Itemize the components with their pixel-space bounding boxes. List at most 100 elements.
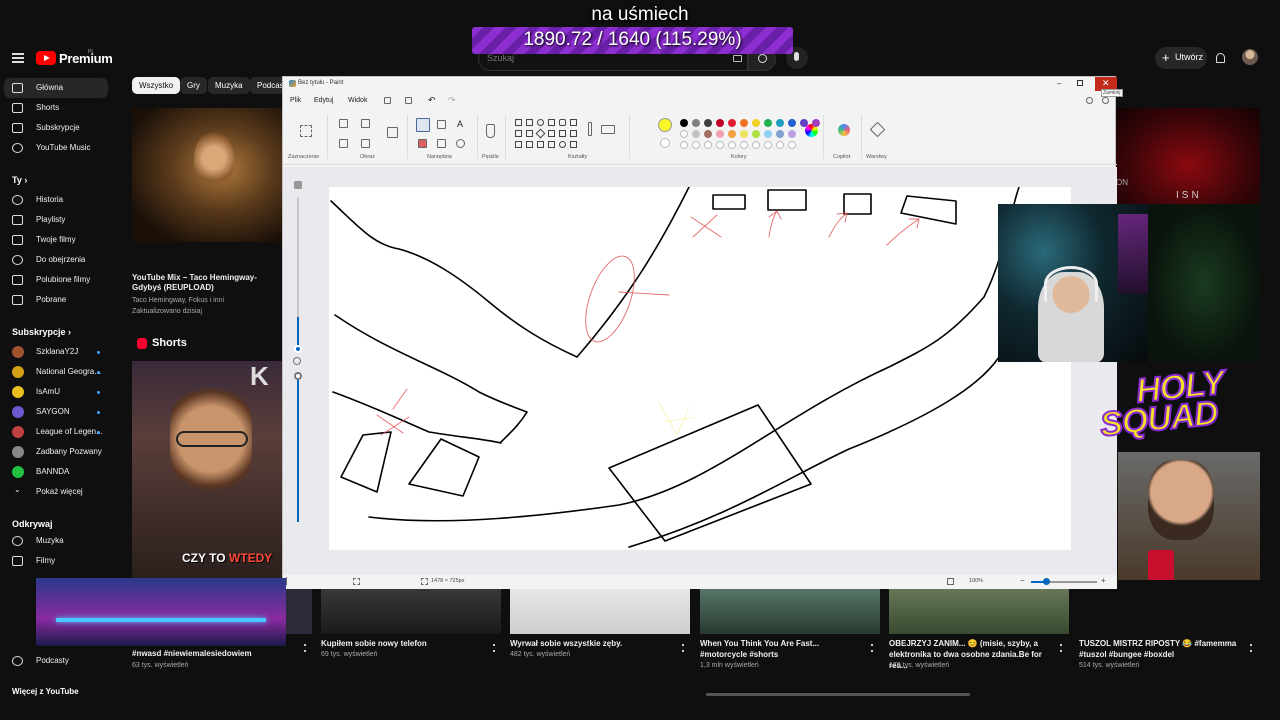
callout-shape-icon[interactable] [548,141,555,148]
slider-knob[interactable] [294,372,302,380]
color-swatch[interactable] [716,119,724,127]
zoom-out-icon[interactable]: − [1020,576,1025,585]
more-options-icon[interactable] [871,644,873,652]
short-title[interactable]: TUSZOL MISTRZ RIPOSTY 😂 #famemma #tuszol… [1079,638,1247,660]
chip-music[interactable]: Muzyka [208,77,250,94]
star-shape-icon[interactable] [526,141,533,148]
star6-shape-icon[interactable] [537,141,544,148]
color-picker-icon[interactable] [437,139,446,148]
mix-title[interactable]: YouTube Mix – Taco Hemingway- Gdybyś (RE… [132,273,282,293]
drawing-canvas[interactable] [329,187,1071,550]
shape-scroll-icon[interactable] [588,122,592,136]
horizontal-scrollbar[interactable] [706,693,970,696]
color-swatch[interactable] [680,119,688,127]
secondary-color-swatch[interactable] [660,138,670,148]
arrow-shape-icon[interactable] [570,130,577,137]
zoom-level[interactable]: 100% [969,578,983,584]
color-swatch[interactable] [788,130,796,138]
brush-size-slider[interactable] [294,197,302,353]
sidebar-sub-item[interactable]: League of Legen... [4,422,108,442]
share-icon[interactable] [405,97,412,104]
crop-icon[interactable] [339,119,348,128]
color-swatch[interactable] [692,119,700,127]
color-swatch[interactable] [740,119,748,127]
avatar[interactable] [1242,49,1258,65]
chip-games[interactable]: Gry [180,77,207,94]
layers-icon[interactable] [869,121,886,138]
oval-shape-icon[interactable] [537,119,544,126]
more-options-icon[interactable] [1060,644,1062,652]
sidebar-item-watch-later[interactable]: Do obejrzenia [4,250,108,270]
empty-color-swatch[interactable] [716,141,724,149]
sidebar-item-playlists[interactable]: Playlisty [4,210,108,230]
undo-icon[interactable]: ↶ [428,95,436,106]
short-title[interactable]: Kupiłem sobie nowy telefon [321,638,489,649]
empty-color-swatch[interactable] [704,141,712,149]
menu-view[interactable]: Widok [348,97,367,104]
pencil-icon[interactable] [416,118,430,132]
more-options-icon[interactable] [493,644,495,652]
rotate-icon[interactable] [361,139,370,148]
hexagon-shape-icon[interactable] [559,130,566,137]
diamond-shape-icon[interactable] [535,128,546,139]
video-thumbnail[interactable]: ON ISN [1116,108,1260,204]
color-swatch[interactable] [740,130,748,138]
right-triangle-shape-icon[interactable] [526,130,533,137]
fill-icon[interactable] [437,120,446,129]
sidebar-item-music[interactable]: YouTube Music [4,138,108,158]
zoom-slider-knob[interactable] [1043,578,1050,585]
zoom-in-icon[interactable]: + [1101,576,1106,585]
sidebar-item-home[interactable]: Główna [4,78,108,98]
sidebar-sub-item[interactable]: Zadbany Pozwany [4,442,108,462]
empty-color-swatch[interactable] [692,141,700,149]
paint-titlebar[interactable]: Bez tytułu - Paint – ✕ [283,77,1117,91]
color-swatch[interactable] [812,119,820,127]
sidebar-sub-item[interactable]: National Geogra... [4,362,108,382]
empty-color-swatch[interactable] [728,141,736,149]
sidebar-item-downloads[interactable]: Pobrane [4,290,108,310]
text-icon[interactable]: A [457,119,463,129]
eraser-icon[interactable] [418,139,427,148]
empty-color-swatch[interactable] [752,141,760,149]
short-thumbnail[interactable]: K CZY TO WTEDY [132,361,282,579]
chip-all[interactable]: Wszystko [132,77,181,94]
short-thumbnail[interactable] [510,586,690,634]
maximize-button[interactable] [1077,80,1083,86]
flip-icon[interactable] [339,139,348,148]
sidebar-item-podcasts[interactable]: Podcasty [4,651,108,671]
color-swatch[interactable] [764,119,772,127]
sidebar-sub-item[interactable]: IsAmU [4,382,108,402]
account-icon[interactable] [1086,97,1093,104]
color-swatch[interactable] [680,130,688,138]
bell-icon[interactable] [1216,53,1225,63]
color-swatch[interactable] [692,130,700,138]
line-shape-icon[interactable] [515,119,522,126]
empty-color-swatch[interactable] [764,141,772,149]
short-thumbnail[interactable] [1118,452,1260,580]
youtube-logo-icon[interactable] [36,51,56,65]
fit-to-window-icon[interactable] [947,578,954,585]
color-swatch[interactable] [716,130,724,138]
short-title[interactable]: When You Think You Are Fast... #motorcyc… [700,638,868,660]
brush-icon[interactable] [486,124,495,138]
show-more-button[interactable]: ⌄ Pokaż więcej [4,482,108,502]
mix-thumbnail[interactable] [132,108,282,242]
sidebar-item-shorts[interactable]: Shorts [4,98,108,118]
color-swatch[interactable] [764,130,772,138]
oval-callout-shape-icon[interactable] [559,141,566,148]
save-icon[interactable] [384,97,391,104]
resize-icon[interactable] [361,119,370,128]
settings-icon[interactable] [1102,97,1109,104]
sidebar-sub-item[interactable]: BANNDA [4,462,108,482]
empty-color-swatch[interactable] [788,141,796,149]
arrow-down-shape-icon[interactable] [515,141,522,148]
color-swatch[interactable] [704,119,712,127]
triangle-shape-icon[interactable] [515,130,522,137]
redo-icon[interactable]: ↷ [448,95,456,106]
create-button[interactable]: + Utwórz [1155,47,1207,69]
cloud-callout-shape-icon[interactable] [570,141,577,148]
more-options-icon[interactable] [682,644,684,652]
sidebar-item-history[interactable]: Historia [4,190,108,210]
short-title[interactable]: #nwasd #niewiemalesiedowiem [132,648,300,659]
color-swatch[interactable] [704,130,712,138]
